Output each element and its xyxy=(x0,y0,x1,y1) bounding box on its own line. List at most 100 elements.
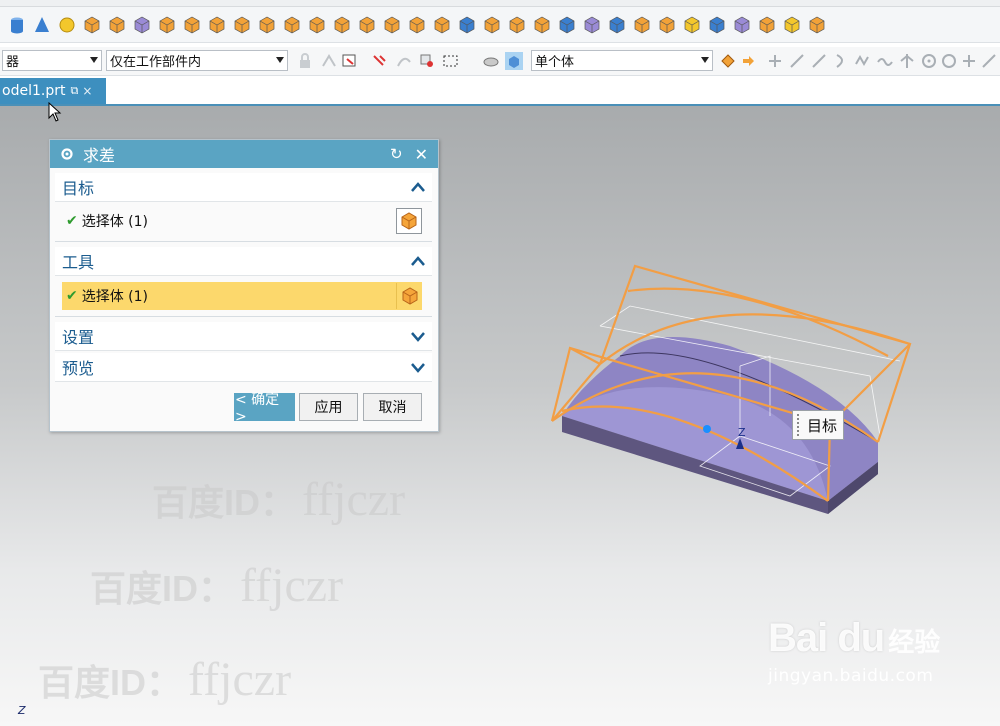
draft-icon[interactable] xyxy=(481,14,503,36)
show-hide-icon[interactable] xyxy=(482,52,500,70)
delete-face-icon[interactable] xyxy=(806,14,828,36)
close-icon[interactable]: × xyxy=(82,84,92,98)
snap-end-point-icon[interactable] xyxy=(766,52,784,70)
solid-body-icon xyxy=(401,212,417,230)
check-icon: ✔ xyxy=(66,213,78,229)
snap-control-point-icon[interactable] xyxy=(810,52,828,70)
shell-icon[interactable] xyxy=(406,14,428,36)
apply-button[interactable]: 应用 xyxy=(299,393,358,421)
pattern-feature-icon[interactable] xyxy=(431,14,453,36)
document-tab-bar: odel1.prt ⧉ × xyxy=(0,77,1000,106)
chamfer-icon[interactable] xyxy=(681,14,703,36)
select-body-button[interactable] xyxy=(396,283,422,309)
color-filter-icon[interactable] xyxy=(719,52,737,70)
sew-icon[interactable] xyxy=(556,14,578,36)
preview-group-header[interactable]: 预览 xyxy=(55,353,432,382)
target-tooltip: 目标 xyxy=(792,410,845,440)
intersect-icon[interactable] xyxy=(631,14,653,36)
snap-existing-point-icon[interactable] xyxy=(898,52,916,70)
select-region-icon[interactable] xyxy=(341,52,359,70)
trim-body-icon[interactable] xyxy=(506,14,528,36)
settings-group-label: 设置 xyxy=(62,328,95,347)
gear-icon[interactable] xyxy=(59,146,75,162)
arrow-right-icon[interactable] xyxy=(739,52,757,70)
thicken-icon[interactable] xyxy=(331,14,353,36)
pad-icon[interactable] xyxy=(156,14,178,36)
chevron-down-icon xyxy=(276,57,284,63)
chevron-down-icon[interactable] xyxy=(410,359,426,375)
replace-face-icon[interactable] xyxy=(756,14,778,36)
offset-region-icon[interactable] xyxy=(731,14,753,36)
boss-icon[interactable] xyxy=(181,14,203,36)
mouse-pointer-icon xyxy=(48,102,62,122)
move-face-icon[interactable] xyxy=(781,14,803,36)
unite-icon[interactable] xyxy=(581,14,603,36)
tool-select-body-label: 选择体 (1) xyxy=(81,289,149,305)
watermark: 百度ID： ffjczr xyxy=(38,653,292,706)
ok-button[interactable]: < 确定 > xyxy=(234,392,295,425)
body-select-icon[interactable] xyxy=(505,52,523,70)
face-blend-icon[interactable] xyxy=(706,14,728,36)
groove-icon[interactable] xyxy=(256,14,278,36)
chevron-up-icon[interactable] xyxy=(410,179,426,195)
snap-mid-point-icon[interactable] xyxy=(788,52,806,70)
cancel-button[interactable]: 取消 xyxy=(363,393,422,421)
deselect-icon[interactable] xyxy=(371,52,389,70)
subtract-icon[interactable] xyxy=(606,14,628,36)
snap-quadrant-icon[interactable] xyxy=(876,52,894,70)
settings-group-header[interactable]: 设置 xyxy=(55,322,432,351)
chevron-down-icon xyxy=(90,57,98,63)
body-rule-dropdown[interactable]: 单个体 xyxy=(531,50,713,71)
watermark: 百度ID： ffjczr xyxy=(152,473,406,526)
solid-body-icon xyxy=(402,287,417,305)
chevron-down-icon[interactable] xyxy=(410,328,426,344)
offset-face-icon[interactable] xyxy=(356,14,378,36)
watermark: 百度ID： ffjczr xyxy=(90,559,344,612)
snap-circle-center-icon[interactable] xyxy=(920,52,938,70)
chevron-up-icon[interactable] xyxy=(410,253,426,269)
reset-icon[interactable]: ↻ xyxy=(390,145,403,163)
sphere-icon[interactable] xyxy=(56,14,78,36)
ribbon-top-strip xyxy=(0,0,1000,7)
snap-point-icon[interactable] xyxy=(320,52,338,70)
preview-group-label: 预览 xyxy=(62,359,95,378)
tube-icon[interactable] xyxy=(81,14,103,36)
hole-icon[interactable] xyxy=(281,14,303,36)
select-body-button[interactable] xyxy=(396,208,422,234)
tab-label: odel1.prt xyxy=(2,83,66,99)
cylinder-icon[interactable] xyxy=(6,14,28,36)
snap-bounded-grid-icon[interactable] xyxy=(980,52,998,70)
type-filter-dropdown[interactable]: 器 xyxy=(2,50,102,71)
emboss-icon[interactable] xyxy=(381,14,403,36)
tool-select-body-row[interactable]: ✔ 选择体 (1) xyxy=(62,282,422,310)
restore-window-icon[interactable]: ⧉ xyxy=(70,84,78,98)
dialog-title-bar[interactable]: 求差 ↻ ✕ xyxy=(50,140,438,168)
snap-intersection-icon[interactable] xyxy=(832,52,850,70)
cone-icon[interactable] xyxy=(31,14,53,36)
rib-icon[interactable] xyxy=(106,14,128,36)
curve-rule-icon[interactable] xyxy=(395,52,413,70)
extract-body-icon[interactable] xyxy=(306,14,328,36)
rectangle-select-icon[interactable] xyxy=(442,52,460,70)
mirror-feature-icon[interactable] xyxy=(456,14,478,36)
subtract-dialog: 求差 ↻ ✕ 目标 ✔ 选择体 (1) 工具 ✔ 选择体 (1) 设置 预览 <… xyxy=(49,139,439,432)
split-body-icon[interactable] xyxy=(531,14,553,36)
target-group-header[interactable]: 目标 xyxy=(55,173,432,202)
model-preview[interactable]: Z xyxy=(540,246,920,516)
snap-on-face-icon[interactable] xyxy=(960,52,978,70)
tool-group-header[interactable]: 工具 xyxy=(55,247,432,276)
close-icon[interactable]: ✕ xyxy=(415,145,428,164)
lock-filter-icon[interactable] xyxy=(296,52,314,70)
feature-filter-icon[interactable] xyxy=(418,52,436,70)
snap-point-on-curve-icon[interactable] xyxy=(940,52,958,70)
target-select-body-row[interactable]: ✔ 选择体 (1) xyxy=(62,207,422,235)
pocket-icon[interactable] xyxy=(206,14,228,36)
tab-model1-prt[interactable]: odel1.prt ⧉ × xyxy=(0,78,106,104)
check-icon: ✔ xyxy=(66,288,78,304)
edge-blend-icon[interactable] xyxy=(656,14,678,36)
nx5-feature-icon[interactable] xyxy=(131,14,153,36)
scope-filter-dropdown[interactable]: 仅在工作部件内 xyxy=(106,50,288,71)
origin-point[interactable] xyxy=(703,425,711,433)
slot-icon[interactable] xyxy=(231,14,253,36)
snap-arc-center-icon[interactable] xyxy=(854,52,872,70)
